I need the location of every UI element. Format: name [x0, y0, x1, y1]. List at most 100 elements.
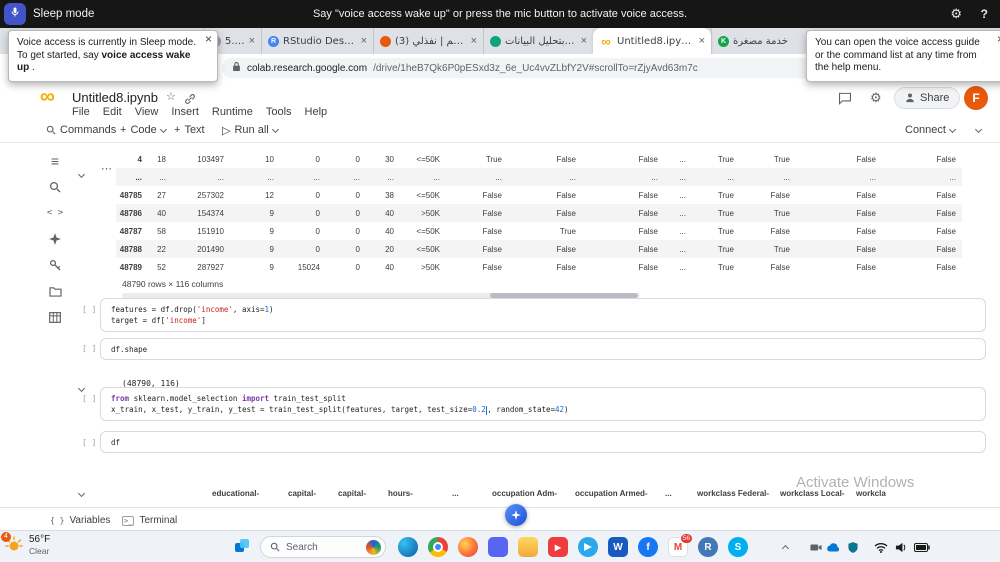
tooltip-text: .: [29, 62, 35, 73]
camera-icon[interactable]: [810, 531, 822, 562]
code-cell[interactable]: df: [100, 431, 986, 453]
battery-icon[interactable]: [914, 531, 930, 562]
dataframe-cell: True: [717, 190, 734, 200]
menu-insert[interactable]: Insert: [171, 106, 199, 118]
dataframe-cell: 154374: [197, 208, 224, 218]
cell-run-prompt[interactable]: [ ]: [82, 344, 96, 353]
browser-tab[interactable]: R RStudio Desktop - Pos ×: [261, 28, 373, 54]
rstudio-icon[interactable]: R: [698, 537, 718, 557]
taskbar-apps: ▶ Wf M 56 R S: [398, 534, 748, 557]
tab-label: RStudio Desktop - Pos: [283, 35, 357, 47]
cell-run-prompt[interactable]: [ ]: [82, 305, 96, 314]
facebook-icon[interactable]: f: [638, 537, 658, 557]
firefox-icon[interactable]: [458, 537, 478, 557]
files-folder-icon[interactable]: [44, 280, 66, 302]
dataframe-column-header: capital-: [338, 489, 367, 498]
voice-help-icon[interactable]: ?: [981, 0, 988, 28]
gmail-icon[interactable]: M 56: [668, 534, 692, 557]
shield-icon[interactable]: [848, 531, 858, 562]
code-cell[interactable]: from sklearn.model_selection import trai…: [100, 387, 986, 421]
dataframe-cell: False: [856, 262, 876, 272]
output-options-icon[interactable]: ⋯: [101, 162, 113, 175]
star-notebook-icon[interactable]: ☆: [166, 90, 176, 103]
chrome-icon[interactable]: [428, 537, 448, 557]
browser-tab[interactable]: ∞ Untitled8.ipynb - Colab ×: [593, 28, 711, 54]
dataframe-cell: True: [717, 226, 734, 236]
voice-access-tooltip-left: Voice access is currently in Sleep mode.…: [8, 30, 218, 82]
add-code-button[interactable]: + Code: [120, 118, 167, 142]
run-all-button[interactable]: ▷ Run all: [222, 118, 279, 142]
menu-file[interactable]: File: [72, 106, 90, 118]
dataframe-cell: False: [936, 244, 956, 254]
discord-icon[interactable]: [488, 537, 508, 557]
tab-close-icon[interactable]: ×: [249, 35, 255, 47]
gemini-sparkle-icon[interactable]: [44, 228, 66, 250]
menu-runtime[interactable]: Runtime: [212, 106, 253, 118]
close-icon[interactable]: ×: [205, 33, 212, 46]
cell-run-prompt[interactable]: [ ]: [82, 394, 96, 403]
find-replace-icon[interactable]: [44, 176, 66, 198]
tab-label: ساقوم بتحليل البيانات: [505, 35, 577, 47]
onedrive-icon[interactable]: [826, 531, 840, 562]
code-cell[interactable]: df.shape: [100, 338, 986, 360]
plus-icon: +: [120, 124, 127, 136]
dataframe-cell: >50K: [421, 208, 440, 218]
dataframe-cell: 9: [269, 208, 274, 218]
row-index: 4: [137, 154, 142, 164]
voice-mic-button[interactable]: [4, 3, 26, 25]
browser-tab[interactable]: ساقوم بتحليل البيانات ×: [483, 28, 593, 54]
word-icon[interactable]: W: [608, 537, 628, 557]
row-index: 48788: [119, 244, 142, 254]
comment-icon[interactable]: [838, 92, 852, 110]
dataframe-cell: False: [638, 154, 658, 164]
wifi-icon[interactable]: [874, 531, 888, 562]
connect-button[interactable]: Connect: [905, 118, 957, 142]
tab-close-icon[interactable]: ×: [699, 35, 705, 47]
dataframe-cell: 58: [157, 226, 166, 236]
voice-access-floating-button[interactable]: [505, 504, 527, 526]
telegram-icon[interactable]: [578, 537, 598, 557]
cell-run-prompt[interactable]: [ ]: [82, 438, 96, 447]
dataframe-cell: 0: [315, 226, 320, 236]
dataframe-cell: 10: [265, 154, 274, 164]
tab-close-icon[interactable]: ×: [471, 35, 477, 47]
user-avatar[interactable]: F: [964, 86, 988, 110]
menu-view[interactable]: View: [135, 106, 159, 118]
menu-edit[interactable]: Edit: [103, 106, 122, 118]
data-table-icon[interactable]: [44, 306, 66, 328]
notebook-toolbar: Commands + Code + Text ▷ Run all Connect: [0, 118, 1000, 143]
weather-widget[interactable]: 4 56°F Clear: [1, 532, 50, 556]
edge-icon[interactable]: [398, 537, 418, 557]
dataframe-cell: False: [556, 154, 576, 164]
code-snippets-icon[interactable]: < >: [44, 202, 66, 224]
browser-tab[interactable]: لوحة التحكم | نفذلي (3) ×: [373, 28, 483, 54]
collapse-header-button[interactable]: [974, 118, 983, 142]
notebook-title[interactable]: Untitled8.ipynb: [72, 90, 158, 105]
add-text-button[interactable]: + Text: [174, 118, 205, 142]
menu-help[interactable]: Help: [305, 106, 328, 118]
tab-label: لوحة التحكم | نفذلي (3): [395, 35, 467, 47]
volume-icon[interactable]: [895, 531, 908, 562]
skype-icon[interactable]: S: [728, 537, 748, 557]
settings-gear-icon[interactable]: ⚙: [870, 90, 882, 106]
tray-chevron-up-icon[interactable]: [781, 531, 790, 562]
dataframe-row: 48787 58 151910 9 0 0 40 <=50K False True False...…: [116, 222, 962, 240]
youtube-icon[interactable]: ▶: [548, 537, 568, 557]
commands-button[interactable]: Commands: [46, 118, 116, 142]
voice-mode-label: Sleep mode: [33, 8, 95, 20]
voice-settings-gear-icon[interactable]: ⚙: [950, 0, 962, 28]
row-index: 48786: [119, 208, 142, 218]
tab-close-icon[interactable]: ×: [361, 35, 367, 47]
code-cell[interactable]: features = df.drop('income', axis=1) targ…: [100, 298, 986, 332]
dataframe-cell: False: [936, 208, 956, 218]
collapse-output-chevron-icon[interactable]: [77, 164, 86, 182]
task-view-icon[interactable]: [234, 538, 250, 558]
tab-close-icon[interactable]: ×: [581, 35, 587, 47]
secrets-key-icon[interactable]: [44, 254, 66, 276]
menu-tools[interactable]: Tools: [266, 106, 292, 118]
taskbar-search[interactable]: Search: [260, 536, 386, 558]
table-of-contents-icon[interactable]: ≡: [44, 150, 66, 172]
dataframe-cell: 0: [315, 208, 320, 218]
share-button[interactable]: Share: [894, 87, 961, 109]
file-explorer-icon[interactable]: [518, 537, 538, 557]
